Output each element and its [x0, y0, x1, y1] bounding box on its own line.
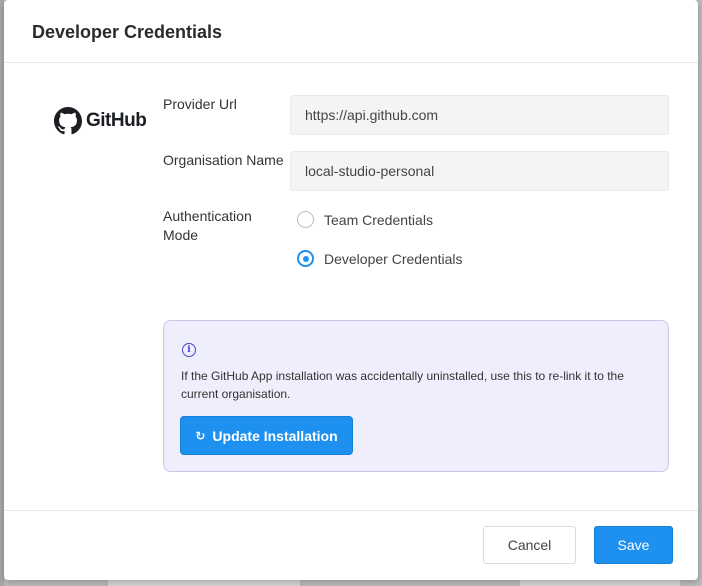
radio-button-unchecked[interactable]	[297, 211, 314, 228]
provider-url-value: https://api.github.com	[305, 107, 439, 123]
organisation-name-value: local-studio-personal	[305, 163, 435, 179]
organisation-name-label: Organisation Name	[163, 152, 284, 168]
github-wordmark: GitHub	[86, 110, 147, 131]
info-message: If the GitHub App installation was accid…	[181, 369, 624, 401]
github-octocat-icon	[54, 107, 82, 135]
github-logo: GitHub	[54, 106, 147, 136]
dialog-title: Developer Credentials	[32, 22, 223, 42]
cancel-button[interactable]: Cancel	[483, 526, 576, 564]
radio-team-credentials[interactable]: Team Credentials	[297, 211, 433, 228]
refresh-icon: ↻	[195, 428, 206, 443]
organisation-name-field[interactable]: local-studio-personal	[290, 151, 669, 191]
update-installation-button[interactable]: ↻ Update Installation	[180, 416, 353, 455]
authentication-mode-label: Authentication Mode	[163, 208, 252, 243]
provider-url-field[interactable]: https://api.github.com	[290, 95, 669, 135]
dialog-header: Developer Credentials	[4, 0, 698, 63]
save-button[interactable]: Save	[594, 526, 673, 564]
radio-label-team-credentials: Team Credentials	[324, 211, 433, 228]
info-callout: i If the GitHub App installation was acc…	[163, 320, 669, 472]
radio-label-developer-credentials: Developer Credentials	[324, 250, 463, 267]
radio-developer-credentials[interactable]: Developer Credentials	[297, 250, 463, 267]
provider-url-label: Provider Url	[163, 96, 237, 112]
info-icon: i	[182, 343, 196, 357]
update-installation-label: Update Installation	[212, 427, 338, 444]
dialog-footer: Cancel Save	[4, 510, 698, 580]
radio-button-checked[interactable]	[297, 250, 314, 267]
developer-credentials-dialog: Developer Credentials GitHub Provider Ur…	[4, 0, 698, 580]
